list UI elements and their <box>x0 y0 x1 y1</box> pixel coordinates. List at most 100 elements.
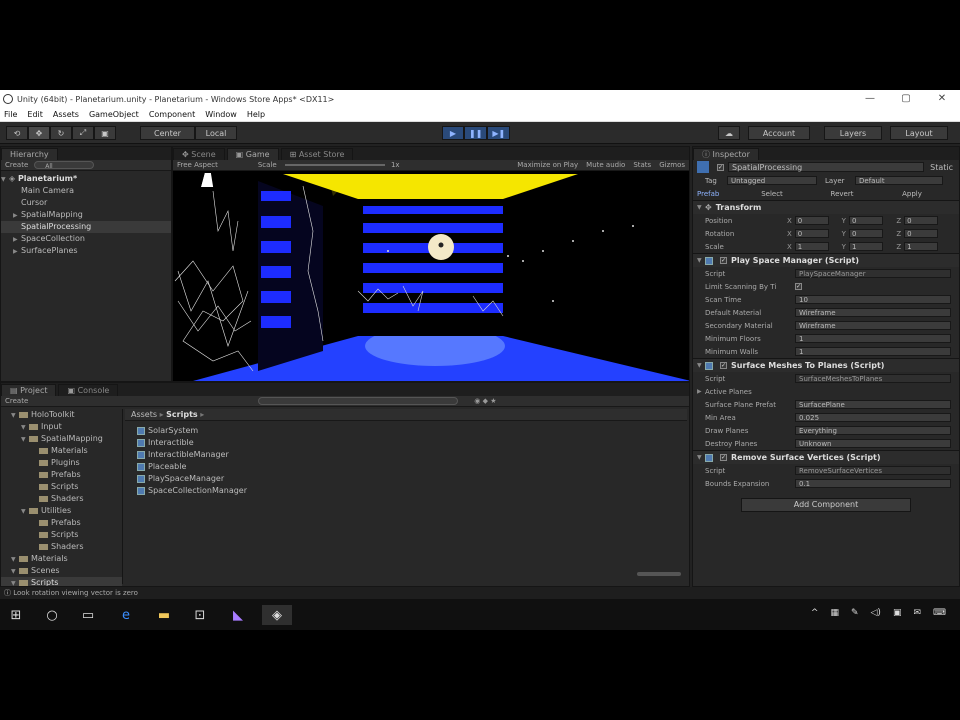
component-enabled-checkbox[interactable]: ✓ <box>720 362 727 369</box>
task-view-icon[interactable]: ▭ <box>78 605 98 625</box>
project-folder-item[interactable]: ▼ Utilities <box>1 505 122 517</box>
stats-toggle[interactable]: Stats <box>633 161 651 169</box>
surface-plane-prefab-field[interactable]: SurfacePlane <box>795 400 951 409</box>
rotation-y-field[interactable]: 0 <box>848 229 883 238</box>
prefab-select-button[interactable]: Select <box>737 190 807 198</box>
bounds-expansion-field[interactable]: 0.1 <box>795 479 951 488</box>
static-checkbox[interactable]: Static <box>930 163 953 172</box>
filter-icons[interactable]: ◉ ◆ ★ <box>474 397 496 405</box>
hierarchy-item-spatialmapping[interactable]: ▶ SpatialMapping <box>1 209 171 221</box>
store-icon[interactable]: ⊡ <box>190 605 210 625</box>
min-area-field[interactable]: 0.025 <box>795 413 951 422</box>
scan-time-field[interactable]: 10 <box>795 295 951 304</box>
menu-component[interactable]: Component <box>145 110 201 119</box>
gizmos-dropdown[interactable]: Gizmos <box>659 161 685 169</box>
project-folder-item[interactable]: ▼ HoloToolkit <box>1 409 122 421</box>
pivot-local-button[interactable]: Local <box>195 126 237 140</box>
list-item[interactable]: SpaceCollectionManager <box>137 485 637 497</box>
active-planes-foldout[interactable]: Active Planes <box>705 388 795 396</box>
project-folder-item[interactable]: Plugins <box>1 457 122 469</box>
icon-size-slider[interactable] <box>637 572 681 576</box>
scale-slider[interactable]: Scale 1x <box>258 161 400 169</box>
menu-assets[interactable]: Assets <box>49 110 85 119</box>
minimum-floors-field[interactable]: 1 <box>795 334 951 343</box>
unity-icon[interactable]: ◈ <box>262 605 292 625</box>
volume-icon[interactable]: ◁) <box>871 608 881 618</box>
step-button[interactable]: ▶❚ <box>487 126 511 140</box>
maximize-button[interactable]: ▢ <box>888 90 924 108</box>
layers-dropdown[interactable]: Layers <box>824 126 882 140</box>
tab-hierarchy[interactable]: Hierarchy <box>1 148 58 160</box>
component-enabled-checkbox[interactable]: ✓ <box>720 257 727 264</box>
menu-help[interactable]: Help <box>243 110 271 119</box>
rect-tool-icon[interactable]: ▣ <box>94 126 116 140</box>
list-item[interactable]: Placeable <box>137 461 637 473</box>
scale-tool-icon[interactable]: ⤢ <box>72 126 94 140</box>
status-message[interactable]: Look rotation viewing vector is zero <box>13 589 138 597</box>
tab-project[interactable]: ▤ Project <box>1 384 57 396</box>
project-folder-item[interactable]: ▼ Input <box>1 421 122 433</box>
menu-file[interactable]: File <box>0 110 23 119</box>
project-folder-item[interactable]: Prefabs <box>1 469 122 481</box>
expand-arrow-icon[interactable]: ▼ <box>11 578 19 586</box>
project-folder-item[interactable]: Scripts <box>1 481 122 493</box>
prefab-apply-button[interactable]: Apply <box>877 190 947 198</box>
project-folder-item[interactable]: ▼ Materials <box>1 553 122 565</box>
list-item[interactable]: SolarSystem <box>137 425 637 437</box>
hierarchy-search-input[interactable]: All <box>34 161 95 170</box>
edge-icon[interactable]: e <box>116 605 136 625</box>
maximize-on-play-toggle[interactable]: Maximize on Play <box>517 161 578 169</box>
position-z-field[interactable]: 0 <box>904 216 939 225</box>
menu-edit[interactable]: Edit <box>23 110 49 119</box>
project-folder-item[interactable]: Materials <box>1 445 122 457</box>
hierarchy-create-dropdown[interactable]: Create <box>5 161 28 169</box>
scale-z-field[interactable]: 1 <box>904 242 939 251</box>
search-circle-icon[interactable]: ○ <box>42 605 62 625</box>
game-viewport[interactable] <box>173 171 690 382</box>
prefab-revert-button[interactable]: Revert <box>807 190 877 198</box>
transform-header[interactable]: ▼ ✥ Transform <box>693 200 959 214</box>
minimize-button[interactable]: — <box>852 90 888 108</box>
add-component-button[interactable]: Add Component <box>741 498 911 512</box>
close-button[interactable]: ✕ <box>924 90 960 108</box>
breadcrumb-assets[interactable]: Assets <box>131 410 157 419</box>
hierarchy-item-spacecollection[interactable]: ▶ SpaceCollection <box>1 233 171 245</box>
draw-planes-dropdown[interactable]: Everything <box>795 426 951 435</box>
position-y-field[interactable]: 0 <box>848 216 883 225</box>
mute-audio-toggle[interactable]: Mute audio <box>586 161 625 169</box>
object-name-field[interactable]: SpatialProcessing <box>728 162 925 172</box>
list-item[interactable]: PlaySpaceManager <box>137 473 637 485</box>
notification-icon[interactable]: ✉ <box>913 608 921 618</box>
tray-pen-icon[interactable]: ✎ <box>851 608 859 618</box>
visual-studio-icon[interactable]: ◣ <box>228 605 248 625</box>
rotate-tool-icon[interactable]: ↻ <box>50 126 72 140</box>
expand-arrow-icon[interactable]: ▼ <box>11 410 19 422</box>
limit-scanning-checkbox[interactable]: ✓ <box>795 283 802 290</box>
project-folder-item[interactable]: ▼ Scenes <box>1 565 122 577</box>
hierarchy-item-cursor[interactable]: Cursor <box>1 197 171 209</box>
destroy-planes-dropdown[interactable]: Unknown <box>795 439 951 448</box>
list-item[interactable]: Interactible <box>137 437 637 449</box>
tray-app-icon[interactable]: ▦ <box>830 608 839 618</box>
project-folder-item[interactable]: ▼ Scripts <box>1 577 122 586</box>
tag-dropdown[interactable]: Untagged <box>727 176 817 185</box>
secondary-material-field[interactable]: Wireframe <box>795 321 951 330</box>
tab-inspector[interactable]: ⓘ Inspector <box>693 148 759 160</box>
project-folder-item[interactable]: Prefabs <box>1 517 122 529</box>
default-material-field[interactable]: Wireframe <box>795 308 951 317</box>
rotation-z-field[interactable]: 0 <box>904 229 939 238</box>
component-enabled-checkbox[interactable]: ✓ <box>720 454 727 461</box>
windows-start-icon[interactable]: ⊞ <box>6 605 26 625</box>
scene-root-row[interactable]: ▼ ◈ Planetarium* <box>1 173 171 185</box>
pivot-center-button[interactable]: Center <box>140 126 195 140</box>
aspect-dropdown[interactable]: Free Aspect <box>177 161 218 169</box>
project-folder-item[interactable]: Shaders <box>1 493 122 505</box>
network-icon[interactable]: ▣ <box>893 608 902 618</box>
scale-x-field[interactable]: 1 <box>794 242 829 251</box>
menu-gameobject[interactable]: GameObject <box>85 110 145 119</box>
project-folder-item[interactable]: Scripts <box>1 529 122 541</box>
play-space-manager-header[interactable]: ▼ ✓ Play Space Manager (Script) <box>693 253 959 267</box>
minimum-walls-field[interactable]: 1 <box>795 347 951 356</box>
keyboard-icon[interactable]: ⌨ <box>933 608 946 618</box>
position-x-field[interactable]: 0 <box>794 216 829 225</box>
